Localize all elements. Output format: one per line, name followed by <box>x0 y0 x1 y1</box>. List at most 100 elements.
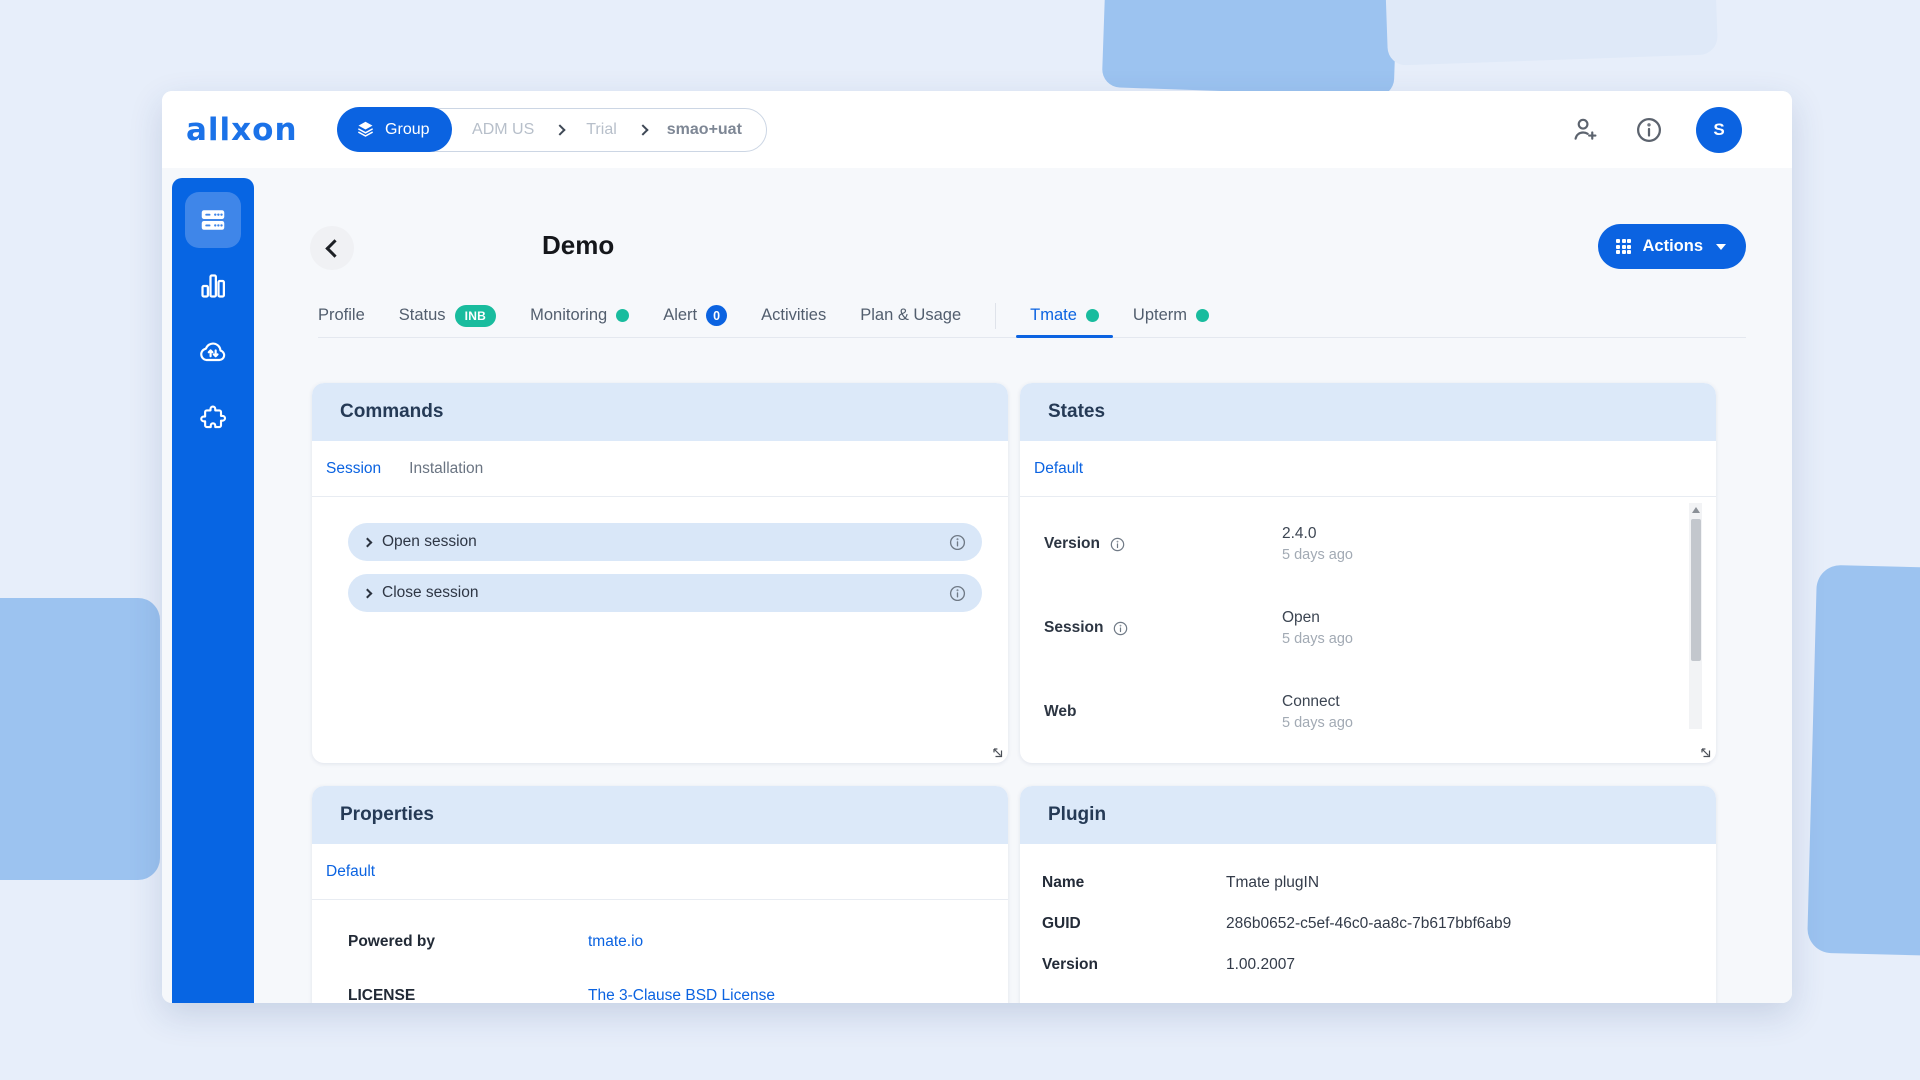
resize-grip-icon[interactable] <box>1698 745 1711 758</box>
bg-shape-top <box>1102 0 1399 97</box>
breadcrumb: Group ADM US Trial smao+uat <box>338 108 767 152</box>
breadcrumb-group-label: Group <box>385 121 429 139</box>
help-info-button[interactable] <box>1632 113 1666 147</box>
online-dot-icon <box>1196 309 1209 322</box>
back-button[interactable] <box>310 226 354 270</box>
state-row-session: Session Open 5 days ago <box>1044 609 1716 647</box>
property-row-license: LICENSE The 3-Clause BSD License <box>348 987 982 1003</box>
tab-tmate[interactable]: Tmate <box>1030 294 1099 337</box>
breadcrumb-item-group[interactable]: Trial <box>586 121 617 139</box>
scrollbar-thumb[interactable] <box>1691 519 1701 661</box>
state-web-time: 5 days ago <box>1282 715 1353 731</box>
puzzle-icon <box>198 403 228 433</box>
online-dot-icon <box>616 309 629 322</box>
bg-shape-top-light <box>1384 0 1718 66</box>
resize-grip-icon[interactable] <box>990 745 1003 758</box>
desktop-background: allxon Group ADM US Trial smao+uat <box>0 0 1920 1080</box>
states-card-title: States <box>1048 401 1105 423</box>
tab-alert[interactable]: Alert 0 <box>663 294 727 337</box>
tab-profile[interactable]: Profile <box>318 294 365 337</box>
alert-count-badge: 0 <box>706 305 727 326</box>
topbar-actions: S <box>1568 107 1742 153</box>
plugin-version-value: 1.00.2007 <box>1226 956 1295 974</box>
plugin-card-title: Plugin <box>1048 804 1106 826</box>
plugin-row-guid: GUID 286b0652-c5ef-46c0-aa8c-7b617bbf6ab… <box>1042 915 1690 933</box>
sidebar-item-plugins[interactable] <box>185 390 241 446</box>
actions-button-label: Actions <box>1642 237 1703 256</box>
tab-upterm[interactable]: Upterm <box>1133 294 1209 337</box>
states-filter-row: Default <box>1020 441 1716 497</box>
tmate-io-link[interactable]: tmate.io <box>588 933 643 951</box>
page-title: Demo <box>542 230 614 261</box>
command-close-session[interactable]: Close session <box>348 574 982 612</box>
tab-status[interactable]: Status INB <box>399 294 496 337</box>
plugin-name-value: Tmate plugIN <box>1226 874 1319 892</box>
commands-subtabs: Session Installation <box>312 441 1008 497</box>
user-avatar[interactable]: S <box>1696 107 1742 153</box>
tab-monitoring[interactable]: Monitoring <box>530 294 629 337</box>
app-body: Demo Actions Profile Status INB <box>162 168 1792 1003</box>
property-row-powered-by: Powered by tmate.io <box>348 933 982 951</box>
info-icon[interactable] <box>1109 536 1126 553</box>
device-tabs: Profile Status INB Monitoring Alert 0 <box>318 294 1746 338</box>
state-row-version: Version 2.4.0 5 days ago <box>1044 525 1716 563</box>
tab-divider <box>995 303 996 329</box>
states-card: States Default Version 2.4.0 5 d <box>1020 383 1716 763</box>
sidebar-item-monitoring[interactable] <box>185 258 241 314</box>
devices-icon <box>198 205 228 235</box>
invite-user-button[interactable] <box>1568 113 1602 147</box>
plugin-row-version: Version 1.00.2007 <box>1042 956 1690 974</box>
web-connect-link[interactable]: Connect <box>1282 693 1353 711</box>
bg-shape-left <box>0 598 160 880</box>
command-open-session[interactable]: Open session <box>348 523 982 561</box>
commands-card: Commands Session Installation Open sessi… <box>312 383 1008 763</box>
online-dot-icon <box>1086 309 1099 322</box>
tab-plan-usage[interactable]: Plan & Usage <box>860 294 961 337</box>
plugin-card: Plugin Name Tmate plugIN GUID 286b0652-c… <box>1020 786 1716 1003</box>
info-icon <box>1634 115 1664 145</box>
allxon-logo: allxon <box>186 112 298 148</box>
subtab-session[interactable]: Session <box>326 460 381 478</box>
state-version-value: 2.4.0 <box>1282 525 1353 543</box>
properties-card: Properties Default Powered by tmate.io L… <box>312 786 1008 1003</box>
info-icon[interactable] <box>948 584 967 603</box>
topbar: allxon Group ADM US Trial smao+uat <box>162 91 1792 168</box>
state-row-web: Web Connect 5 days ago <box>1044 693 1716 731</box>
breadcrumb-item-current[interactable]: smao+uat <box>667 121 742 139</box>
sidebar-item-ota[interactable] <box>185 324 241 380</box>
state-version-time: 5 days ago <box>1282 547 1353 563</box>
chevron-right-icon <box>637 124 648 135</box>
grid-icon <box>1616 239 1632 255</box>
scrollbar-track[interactable] <box>1689 503 1702 729</box>
person-add-icon <box>1571 115 1600 144</box>
actions-button[interactable]: Actions <box>1598 224 1746 269</box>
chevron-right-icon <box>363 588 373 598</box>
app-window: allxon Group ADM US Trial smao+uat <box>162 91 1792 1003</box>
plugin-guid-value: 286b0652-c5ef-46c0-aa8c-7b617bbf6ab9 <box>1226 915 1511 933</box>
plugin-row-name: Name Tmate plugIN <box>1042 874 1690 892</box>
breadcrumb-group-pill[interactable]: Group <box>337 107 451 152</box>
info-icon[interactable] <box>948 533 967 552</box>
state-session-value: Open <box>1282 609 1353 627</box>
chevron-right-icon <box>363 537 373 547</box>
cloud-sync-icon <box>197 336 229 368</box>
bg-shape-right <box>1807 565 1920 958</box>
info-icon[interactable] <box>1112 620 1129 637</box>
sidebar <box>172 178 254 1003</box>
sidebar-item-devices[interactable] <box>185 192 241 248</box>
content: Demo Actions Profile Status INB <box>300 168 1792 1003</box>
tab-activities[interactable]: Activities <box>761 294 826 337</box>
subtab-installation[interactable]: Installation <box>409 460 483 478</box>
layers-icon <box>355 119 376 140</box>
state-session-time: 5 days ago <box>1282 631 1353 647</box>
properties-filter-default[interactable]: Default <box>326 863 375 881</box>
chevron-down-icon <box>1716 244 1726 250</box>
license-link[interactable]: The 3-Clause BSD License <box>588 987 775 1003</box>
states-filter-default[interactable]: Default <box>1034 460 1083 478</box>
status-inb-badge: INB <box>455 305 497 327</box>
breadcrumb-item-org[interactable]: ADM US <box>472 121 534 139</box>
scrollbar-up-arrow[interactable] <box>1692 507 1700 513</box>
chevron-right-icon <box>555 124 566 135</box>
properties-card-title: Properties <box>340 804 434 826</box>
bar-chart-icon <box>198 271 228 301</box>
